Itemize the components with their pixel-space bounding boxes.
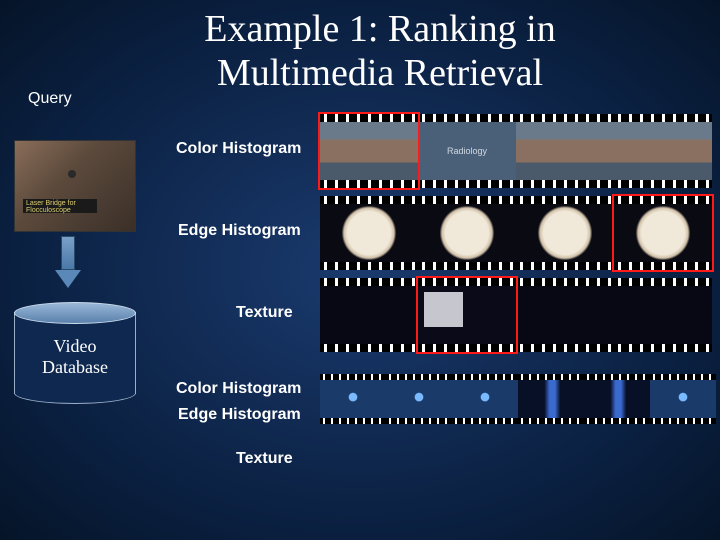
result-row-edge-histogram bbox=[320, 196, 712, 270]
title-line1: Example 1: Ranking in bbox=[204, 8, 555, 50]
title-line2: Multimedia Retrieval bbox=[217, 52, 543, 94]
feature-label-edge-histogram: Edge Histogram bbox=[178, 222, 301, 240]
query-image-caption: Laser Bridge for Flocculoscope bbox=[23, 199, 97, 213]
result-thumb bbox=[614, 196, 712, 270]
feature-label-combined-edge: Edge Histogram bbox=[178, 406, 301, 424]
video-database-cylinder: Video Database bbox=[14, 302, 136, 404]
result-row-color-histogram: Radiology bbox=[320, 114, 712, 188]
db-label-line2: Database bbox=[42, 357, 108, 377]
result-thumb bbox=[584, 374, 650, 424]
result-thumb bbox=[320, 374, 386, 424]
result-thumb bbox=[614, 278, 712, 352]
feature-label-texture: Texture bbox=[236, 304, 293, 322]
result-thumb bbox=[516, 114, 614, 188]
feature-label-combined-texture: Texture bbox=[236, 450, 293, 468]
result-row-texture bbox=[320, 278, 712, 352]
result-thumb bbox=[452, 374, 518, 424]
result-thumb: Radiology bbox=[418, 114, 516, 188]
result-thumb bbox=[320, 114, 418, 188]
feature-label-combined-color: Color Histogram bbox=[176, 380, 301, 398]
query-image: Laser Bridge for Flocculoscope bbox=[14, 140, 136, 232]
query-label: Query bbox=[28, 90, 72, 108]
db-label-line1: Video bbox=[54, 336, 97, 356]
result-thumb bbox=[516, 278, 614, 352]
feature-label-color-histogram: Color Histogram bbox=[176, 140, 301, 158]
result-thumb bbox=[418, 196, 516, 270]
query-image-marker bbox=[68, 170, 76, 178]
arrow-down-icon bbox=[55, 236, 81, 288]
result-thumb bbox=[320, 196, 418, 270]
result-thumb bbox=[614, 114, 712, 188]
result-thumb bbox=[650, 374, 716, 424]
result-thumb bbox=[320, 278, 418, 352]
result-thumb bbox=[518, 374, 584, 424]
slide-title: Example 1: Ranking in Multimedia Retriev… bbox=[80, 0, 680, 95]
result-thumb bbox=[386, 374, 452, 424]
radiology-text: Radiology bbox=[418, 122, 516, 180]
result-row-combined bbox=[320, 374, 716, 424]
result-thumb bbox=[516, 196, 614, 270]
result-thumb bbox=[418, 278, 516, 352]
